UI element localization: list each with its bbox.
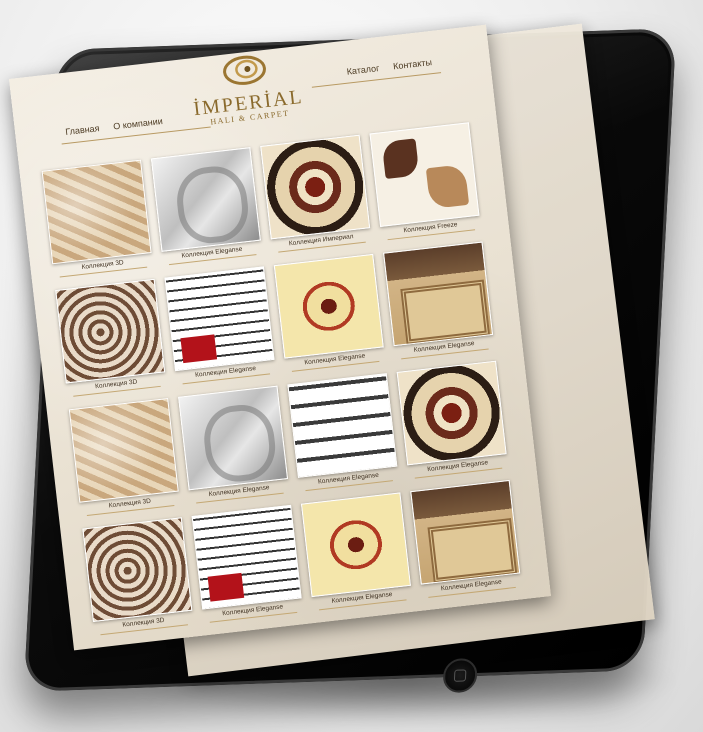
nav-home-link[interactable]: Главная	[65, 123, 100, 137]
catalog-card[interactable]: Коллекция Eleganse	[273, 253, 386, 373]
catalog-card[interactable]: Коллекция Eleganse	[383, 241, 495, 360]
catalog-card[interactable]: Коллекция Eleganse	[164, 266, 276, 385]
rug-thumbnail[interactable]	[178, 385, 289, 491]
catalog-card[interactable]: Коллекция Eleganse	[300, 492, 413, 611]
rug-thumbnail[interactable]	[273, 253, 384, 359]
catalog-card[interactable]: Коллекция Eleganse	[150, 147, 263, 266]
catalog-card[interactable]: Коллекция Eleganse	[410, 479, 522, 599]
catalog-card[interactable]: Коллекция Eleganse	[287, 373, 399, 492]
catalog-card[interactable]: Коллекция Империал	[260, 134, 372, 254]
catalog-card[interactable]: Коллекция Freeze	[369, 122, 481, 241]
rug-thumbnail[interactable]	[396, 360, 507, 466]
nav-catalog-link[interactable]: Каталог	[346, 63, 380, 77]
catalog-card[interactable]: Коллекция Eleganse	[396, 360, 509, 480]
rug-thumbnail[interactable]	[150, 147, 261, 252]
nav-about-link[interactable]: О компании	[113, 116, 163, 132]
catalog-page: Главная О компании İMPERİAL HALI & CARPE…	[8, 24, 552, 651]
rug-thumbnail[interactable]	[410, 479, 521, 585]
rug-thumbnail[interactable]	[41, 159, 152, 265]
catalog-card[interactable]: Коллекция Eleganse	[191, 504, 304, 624]
rug-thumbnail[interactable]	[82, 517, 193, 622]
catalog-grid: Коллекция 3D Коллекция Eleganse Коллекция …	[41, 121, 532, 636]
rug-thumbnail[interactable]	[369, 122, 480, 227]
rug-thumbnail[interactable]	[300, 492, 411, 598]
catalog-card[interactable]: Коллекция 3D	[68, 398, 181, 517]
rug-thumbnail[interactable]	[68, 398, 179, 503]
catalog-card[interactable]: Коллекция 3D	[82, 517, 194, 636]
catalog-card[interactable]: Коллекция Eleganse	[178, 385, 290, 505]
nav-contacts-link[interactable]: Контакты	[393, 57, 433, 71]
rug-thumbnail[interactable]	[287, 373, 398, 478]
site-logo[interactable]: İMPERİAL HALI & CARPET	[188, 46, 305, 128]
rug-thumbnail[interactable]	[164, 266, 275, 372]
rug-thumbnail[interactable]	[383, 241, 494, 347]
catalog-card[interactable]: Коллекция 3D	[55, 278, 167, 398]
nav-divider-right	[311, 72, 442, 88]
catalog-card[interactable]: Коллекция 3D	[41, 159, 154, 279]
rug-thumbnail[interactable]	[191, 504, 302, 610]
rug-thumbnail[interactable]	[55, 278, 166, 384]
logo-swirl-icon	[223, 55, 266, 85]
rug-thumbnail[interactable]	[260, 134, 371, 240]
